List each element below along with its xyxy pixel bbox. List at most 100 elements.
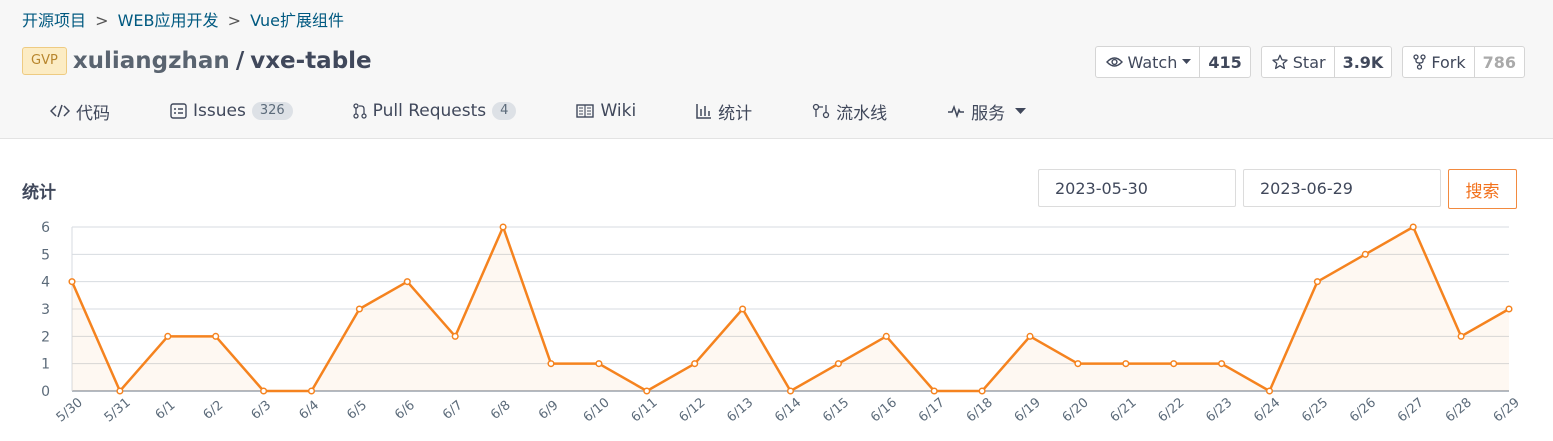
breadcrumb-item-open-source[interactable]: 开源项目 xyxy=(22,11,86,30)
y-tick-label: 5 xyxy=(41,247,50,263)
star-button-group: Star 3.9K xyxy=(1260,46,1393,78)
end-date-input[interactable] xyxy=(1243,169,1441,207)
y-tick-label: 2 xyxy=(41,329,50,345)
data-point xyxy=(1265,387,1274,395)
repo-name-link[interactable]: vxe-table xyxy=(250,48,371,74)
data-point xyxy=(547,360,555,368)
x-tick-label: 6/20 xyxy=(1060,395,1092,425)
data-point xyxy=(595,360,603,368)
start-date-input[interactable] xyxy=(1038,169,1236,207)
bar-chart-icon xyxy=(696,103,712,119)
data-point xyxy=(1218,360,1226,368)
star-count[interactable]: 3.9K xyxy=(1333,47,1392,77)
tab-wiki-label: Wiki xyxy=(600,101,637,121)
x-tick-label: 6/23 xyxy=(1203,395,1235,425)
data-point xyxy=(1026,332,1034,340)
x-tick-label: 6/28 xyxy=(1443,395,1475,425)
watch-button[interactable]: Watch xyxy=(1096,47,1200,77)
code-icon xyxy=(50,103,70,119)
y-tick-label: 6 xyxy=(41,220,50,236)
x-tick-label: 6/27 xyxy=(1395,395,1427,425)
tab-pipeline[interactable]: 流水线 xyxy=(812,96,887,126)
data-point xyxy=(882,332,890,340)
repo-header: 开源项目 > WEB应用开发 > Vue扩展组件 GVP xuliangzhan… xyxy=(0,0,1553,139)
x-tick-label: 6/25 xyxy=(1299,395,1331,425)
x-tick-label: 5/31 xyxy=(102,395,134,425)
x-tick-label: 6/9 xyxy=(536,398,562,423)
data-point xyxy=(834,360,842,368)
tab-issues[interactable]: Issues 326 xyxy=(170,96,293,126)
tab-wiki[interactable]: Wiki xyxy=(576,96,636,126)
breadcrumb-item-vue-ext[interactable]: Vue扩展组件 xyxy=(250,11,344,30)
tab-services-label: 服务 xyxy=(971,103,1006,124)
pull-requests-count-badge: 4 xyxy=(492,102,517,120)
data-point xyxy=(643,387,651,395)
x-tick-label: 6/8 xyxy=(488,398,514,423)
breadcrumb-separator: > xyxy=(227,11,242,30)
commit-stats-chart: 0 1 2 3 4 5 6 5/30 5/31 6/1 6/2 6/3 6/4 6/5 6/6 6/7 6/8 6… xyxy=(41,220,1523,425)
gvp-badge[interactable]: GVP xyxy=(22,47,67,75)
data-point xyxy=(1170,360,1178,368)
repo-owner-link[interactable]: xuliangzhan xyxy=(73,48,230,74)
y-tick-label: 4 xyxy=(41,275,50,291)
data-point xyxy=(1361,250,1369,258)
x-tick-label: 6/24 xyxy=(1251,395,1283,425)
tab-pull-requests-label: Pull Requests xyxy=(372,101,487,121)
fork-count[interactable]: 786 xyxy=(1473,47,1524,77)
x-tick-label: 6/3 xyxy=(249,398,275,423)
issues-icon xyxy=(170,103,187,119)
y-tick-label: 3 xyxy=(41,302,50,318)
watch-count[interactable]: 415 xyxy=(1199,47,1249,77)
x-tick-label: 6/15 xyxy=(820,395,852,425)
tab-services[interactable]: 服务 xyxy=(947,96,1027,126)
search-button[interactable]: 搜索 xyxy=(1448,169,1517,209)
repo-title-separator: / xyxy=(235,48,245,74)
data-point xyxy=(1074,360,1082,368)
stats-title: 统计 xyxy=(22,183,56,203)
data-point xyxy=(1409,223,1417,231)
x-tick-label: 6/14 xyxy=(772,395,804,425)
x-tick-label: 6/11 xyxy=(629,395,661,425)
x-tick-label: 6/22 xyxy=(1155,395,1187,425)
tab-code[interactable]: 代码 xyxy=(50,96,110,126)
watch-label: Watch xyxy=(1127,52,1178,72)
y-tick-label: 0 xyxy=(41,384,50,400)
data-point xyxy=(930,387,938,395)
breadcrumb-item-web-dev[interactable]: WEB应用开发 xyxy=(118,11,219,30)
data-point xyxy=(978,387,986,395)
x-tick-label: 6/26 xyxy=(1347,395,1379,425)
star-icon xyxy=(1272,54,1288,70)
fork-icon xyxy=(1413,54,1426,70)
tab-stats[interactable]: 统计 xyxy=(696,96,752,126)
x-tick-label: 6/18 xyxy=(964,395,996,425)
data-point xyxy=(1505,305,1513,313)
fork-button[interactable]: Fork xyxy=(1403,47,1473,77)
x-tick-label: 6/1 xyxy=(153,398,179,423)
data-point xyxy=(403,278,411,286)
star-label: Star xyxy=(1292,52,1326,72)
x-tick-label: 6/2 xyxy=(201,398,227,423)
issues-count-badge: 326 xyxy=(251,102,293,120)
watch-button-group: Watch 415 xyxy=(1094,46,1251,78)
data-point xyxy=(260,387,268,395)
star-button[interactable]: Star xyxy=(1262,47,1334,77)
x-tick-label: 6/17 xyxy=(916,395,948,425)
tab-pull-requests[interactable]: Pull Requests 4 xyxy=(353,96,517,126)
breadcrumb-separator: > xyxy=(95,11,109,30)
data-point xyxy=(691,360,699,368)
pull-request-icon xyxy=(353,103,367,119)
data-point xyxy=(499,223,507,231)
data-point xyxy=(786,387,795,395)
repo-title: GVP xuliangzhan / vxe-table xyxy=(22,45,372,77)
x-tick-label: 6/7 xyxy=(440,398,466,423)
pulse-icon xyxy=(947,104,965,118)
x-tick-label: 6/13 xyxy=(724,395,756,425)
tab-pipeline-label: 流水线 xyxy=(836,103,888,124)
data-point xyxy=(116,387,124,395)
data-point xyxy=(1313,278,1321,286)
tab-stats-label: 统计 xyxy=(718,103,753,124)
data-point xyxy=(164,332,172,340)
x-tick-label: 6/12 xyxy=(676,395,708,425)
x-tick-label: 6/5 xyxy=(344,398,370,423)
book-icon xyxy=(576,104,595,118)
